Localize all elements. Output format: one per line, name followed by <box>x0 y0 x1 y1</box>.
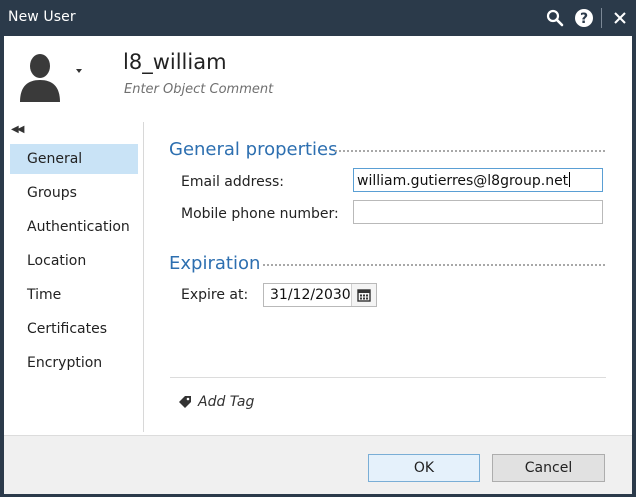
help-icon[interactable]: ? <box>573 7 595 29</box>
close-icon[interactable] <box>609 7 631 29</box>
expire-date-value[interactable]: 31/12/2030 <box>270 287 351 303</box>
svg-text:?: ? <box>580 11 588 27</box>
tags-divider <box>170 377 606 378</box>
chevron-down-icon[interactable] <box>76 69 82 73</box>
object-header: l8_william Enter Object Comment <box>4 36 632 116</box>
sidebar-item-groups[interactable]: Groups <box>10 178 138 208</box>
calendar-icon[interactable] <box>351 284 376 306</box>
dialog-body: l8_william Enter Object Comment ◀◀ Gener… <box>4 36 632 494</box>
user-silhouette-icon[interactable] <box>16 52 64 102</box>
new-user-dialog: New User ? l8_william Enter Object Comme… <box>0 0 636 497</box>
ok-button[interactable]: OK <box>368 454 480 482</box>
cancel-button[interactable]: Cancel <box>492 454 605 482</box>
expire-date-picker[interactable]: 31/12/2030 <box>263 283 377 307</box>
title-separator <box>601 8 602 28</box>
sidebar-item-time[interactable]: Time <box>10 280 138 310</box>
email-field[interactable]: william.gutierres@l8group.net <box>353 168 603 192</box>
email-label: Email address: <box>181 174 285 190</box>
dialog-footer: OK Cancel <box>4 435 632 494</box>
window-title: New User <box>8 9 76 25</box>
sidebar-item-location[interactable]: Location <box>10 246 138 276</box>
sidebar-divider <box>143 122 144 432</box>
sidebar: ◀◀ General Groups Authentication Locatio… <box>4 118 144 434</box>
add-tag-label: Add Tag <box>198 394 255 410</box>
sidebar-item-encryption[interactable]: Encryption <box>10 348 138 378</box>
sidebar-item-general[interactable]: General <box>10 144 138 174</box>
sidebar-item-authentication[interactable]: Authentication <box>10 212 138 242</box>
object-comment-field[interactable]: Enter Object Comment <box>124 82 273 97</box>
sidebar-item-certificates[interactable]: Certificates <box>10 314 138 344</box>
email-value: william.gutierres@l8group.net <box>357 173 569 189</box>
title-bar: New User ? <box>0 0 636 36</box>
expire-at-label: Expire at: <box>181 287 249 303</box>
double-chevron-left-icon[interactable]: ◀◀ <box>11 124 24 135</box>
text-cursor <box>569 172 571 187</box>
general-properties-heading: General properties <box>169 139 338 160</box>
expiration-heading: Expiration <box>169 253 261 274</box>
tag-icon <box>178 395 192 409</box>
mobile-phone-label: Mobile phone number: <box>181 206 339 222</box>
object-name[interactable]: l8_william <box>123 50 227 74</box>
mobile-phone-field[interactable] <box>353 200 603 224</box>
section-divider <box>263 264 605 266</box>
section-divider <box>335 150 605 152</box>
add-tag-button[interactable]: Add Tag <box>178 394 254 410</box>
search-icon[interactable] <box>544 7 566 29</box>
